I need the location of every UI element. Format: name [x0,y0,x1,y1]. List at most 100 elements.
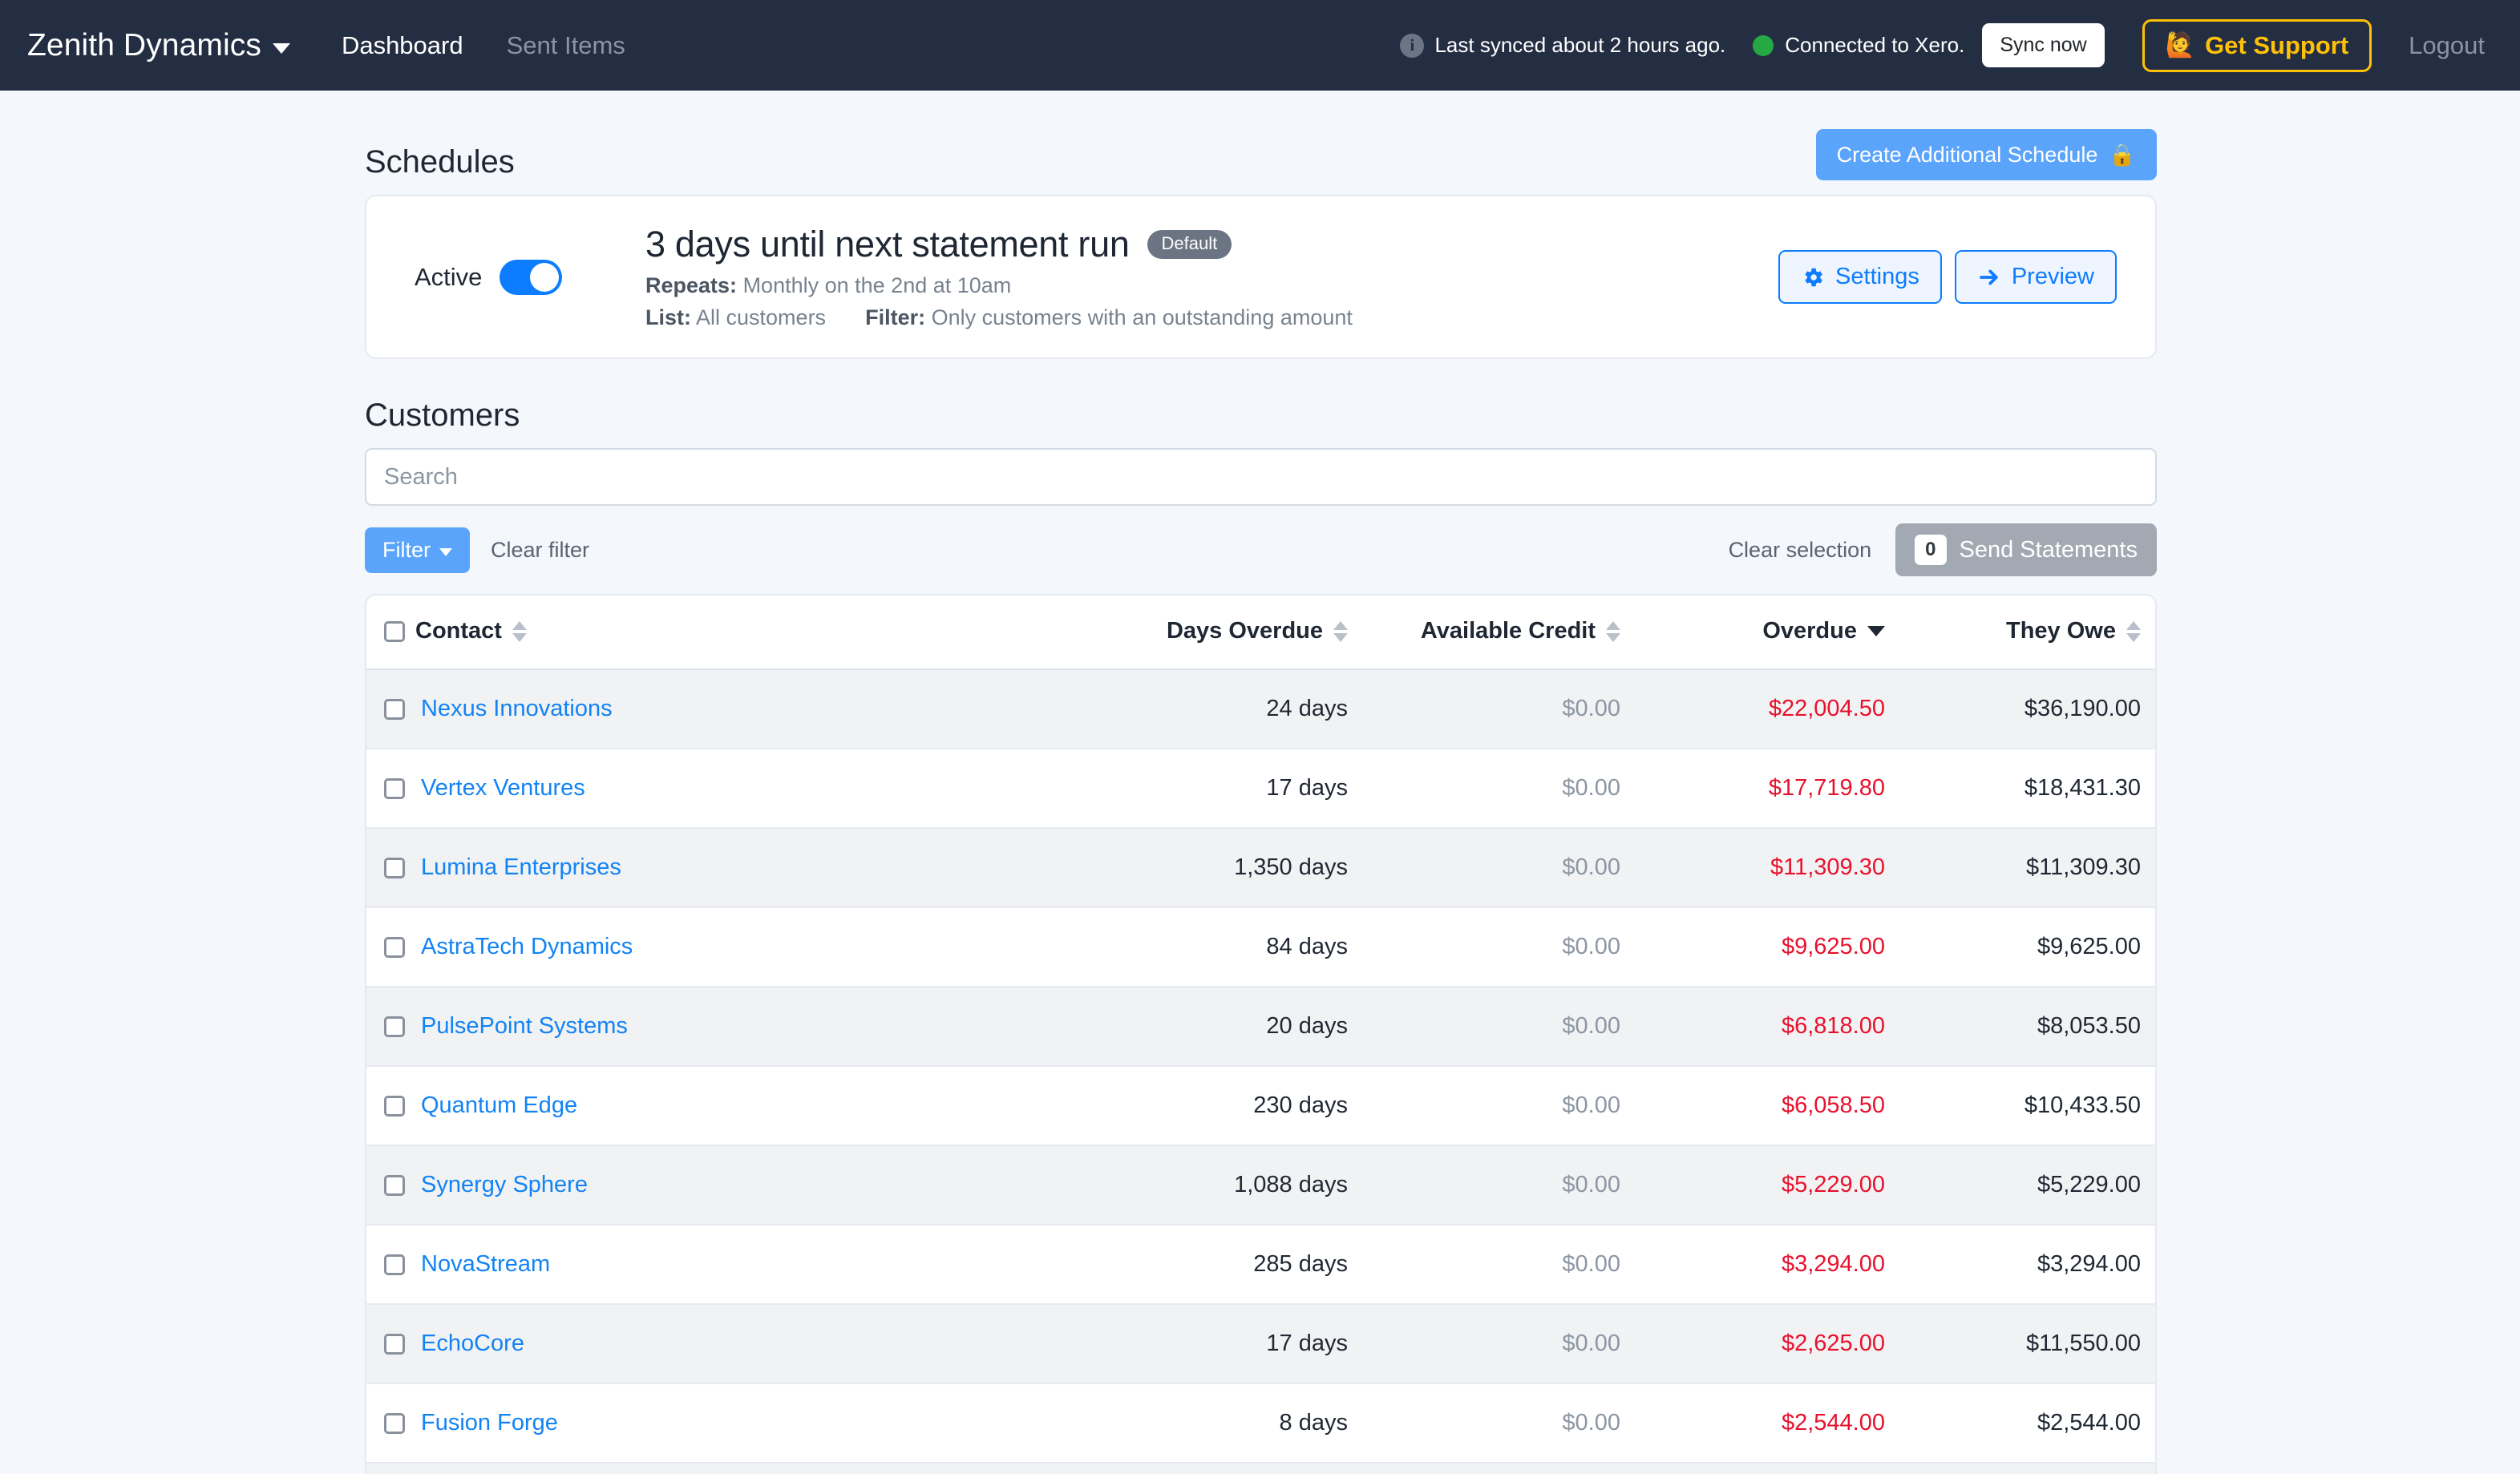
contact-link[interactable]: Nexus Innovations [421,696,613,722]
contact-link[interactable]: Quantum Edge [421,1092,577,1119]
filter-button[interactable]: Filter [365,527,470,573]
row-select-checkbox[interactable] [384,698,405,720]
row-select-checkbox[interactable] [384,777,405,799]
cell-contact: Synergy Sphere [366,1145,1080,1225]
table-row: Skyline Ventures24 days$0.00$1,855.00$1,… [366,1463,2155,1474]
contact-link[interactable]: Vertex Ventures [421,775,585,802]
schedule-title: 3 days until next statement run [645,224,1130,265]
create-schedule-label: Create Additional Schedule [1836,142,2098,167]
nav-link-dashboard[interactable]: Dashboard [342,31,463,60]
get-support-button[interactable]: 🙋 Get Support [2142,18,2372,72]
schedule-list-label: List: [645,305,691,329]
select-all-checkbox[interactable] [384,620,405,642]
row-select-checkbox[interactable] [384,936,405,958]
cell-available-credit: $0.00 [1562,1013,1620,1039]
contact-link[interactable]: PulsePoint Systems [421,1013,628,1040]
status-dot-icon [1753,34,1774,56]
row-select-checkbox[interactable] [384,1095,405,1117]
raising-hand-icon: 🙋 [2165,32,2196,59]
schedule-preview-button[interactable]: Preview [1954,250,2117,304]
arrow-right-icon [1979,269,1998,285]
contact-link[interactable]: Fusion Forge [421,1410,558,1436]
contact-link[interactable]: AstraTech Dynamics [421,934,633,960]
cell-they-owe: $11,550.00 [2026,1331,2141,1356]
cell-days-overdue: 20 days [1266,1013,1348,1039]
contact-link[interactable]: Lumina Enterprises [421,854,621,881]
table-row: Synergy Sphere 1,088 days $0.00 $5,229.00 $5… [366,1145,2155,1225]
column-header-overdue[interactable]: Overdue [1641,596,1906,670]
cell-days-overdue: 17 days [1266,1331,1348,1356]
schedule-card: Active 3 days until next statement run D… [365,195,2157,359]
sync-now-button[interactable]: Sync now [1982,23,2105,67]
row-select-checkbox[interactable] [384,1412,405,1434]
contact-link[interactable]: Synergy Sphere [421,1172,588,1198]
row-select-checkbox[interactable] [384,1016,405,1037]
brand-menu[interactable]: Zenith Dynamics [27,28,298,63]
schedule-active-label: Active [415,262,483,291]
contact-link[interactable]: NovaStream [421,1251,550,1278]
cell-available-credit: $0.00 [1562,1410,1620,1436]
search-input[interactable] [365,448,2157,506]
schedule-settings-button[interactable]: Settings [1778,250,1942,304]
cell-available-credit: $0.00 [1562,1251,1620,1277]
sort-toggle-they-owe[interactable] [2126,620,2141,642]
column-header-contact-label: Contact [415,618,502,644]
cell-available-credit: $0.00 [1562,1172,1620,1197]
row-select-checkbox[interactable] [384,1254,405,1275]
filter-button-label: Filter [382,537,431,562]
connection-status: Connected to Xero. [1753,33,1964,58]
cell-they-owe: $36,190.00 [2024,696,2141,721]
sort-toggle-days-overdue[interactable] [1333,620,1348,642]
cell-they-owe: $3,294.00 [2037,1251,2141,1277]
cell-available-credit: $0.00 [1562,934,1620,959]
row-select-checkbox[interactable] [384,1174,405,1196]
column-header-available-credit-label: Available Credit [1420,618,1596,644]
column-header-contact[interactable]: Contact [366,596,1080,670]
cell-overdue: $17,719.80 [1768,775,1885,801]
table-row: Quantum Edge 230 days $0.00 $6,058.50 $10,43… [366,1066,2155,1145]
cell-days-overdue: 230 days [1253,1092,1348,1118]
customers-header: Customers [365,359,2157,448]
create-additional-schedule-button[interactable]: Create Additional Schedule 🔒 [1815,129,2157,180]
cell-contact: Vertex Ventures [366,749,1080,828]
customers-title: Customers [365,398,520,433]
lock-icon: 🔒 [2109,143,2136,167]
clear-filter-link[interactable]: Clear filter [491,538,589,563]
schedule-repeats-line: Repeats: Monthly on the 2nd at 10am [645,273,1778,298]
column-header-available-credit[interactable]: Available Credit [1369,596,1641,670]
cell-days-overdue: 84 days [1266,934,1348,959]
cell-contact: AstraTech Dynamics [366,907,1080,987]
sort-toggle-available-credit[interactable] [1606,620,1620,642]
cell-available-credit: $0.00 [1369,1463,1641,1474]
schedule-repeats-label: Repeats: [645,273,738,297]
column-header-they-owe[interactable]: They Owe [1906,596,2155,670]
schedule-filter-value: Only customers with an outstanding amoun… [931,305,1353,329]
top-navbar: Zenith Dynamics Dashboard Sent Items i L… [0,0,2520,91]
clear-selection-link[interactable]: Clear selection [1729,538,1872,563]
sort-toggle-overdue[interactable] [1867,626,1885,636]
customers-table: Contact Days Overdue Available Credit Ov… [366,596,2155,1474]
cell-contact: Lumina Enterprises [366,828,1080,907]
cell-available-credit: $0.00 [1562,854,1620,880]
nav-link-sent-items[interactable]: Sent Items [507,31,625,60]
gear-icon [1805,268,1822,286]
schedule-title-row: 3 days until next statement run Default [645,224,1778,265]
cell-they-owe: $5,229.00 [2037,1172,2141,1197]
schedule-active-toggle[interactable] [500,259,563,295]
cell-days-overdue: 24 days [1080,1463,1369,1474]
cell-overdue: $11,309.30 [1770,854,1885,880]
sort-toggle-contact[interactable] [512,620,527,642]
table-row: EchoCore 17 days $0.00 $2,625.00 $11,550.00 [366,1304,2155,1383]
schedule-details: 3 days until next statement run Default … [631,224,1778,330]
main-nav: Dashboard Sent Items [342,31,625,60]
cell-contact: NovaStream [366,1225,1080,1304]
get-support-label: Get Support [2205,30,2349,59]
cell-overdue: $2,625.00 [1781,1331,1885,1356]
send-statements-button[interactable]: 0 Send Statements [1895,523,2157,576]
row-select-checkbox[interactable] [384,857,405,878]
contact-link[interactable]: EchoCore [421,1331,524,1357]
logout-link[interactable]: Logout [2409,31,2485,60]
row-select-checkbox[interactable] [384,1333,405,1355]
send-statements-label: Send Statements [1959,536,2138,563]
column-header-days-overdue[interactable]: Days Overdue [1080,596,1369,670]
